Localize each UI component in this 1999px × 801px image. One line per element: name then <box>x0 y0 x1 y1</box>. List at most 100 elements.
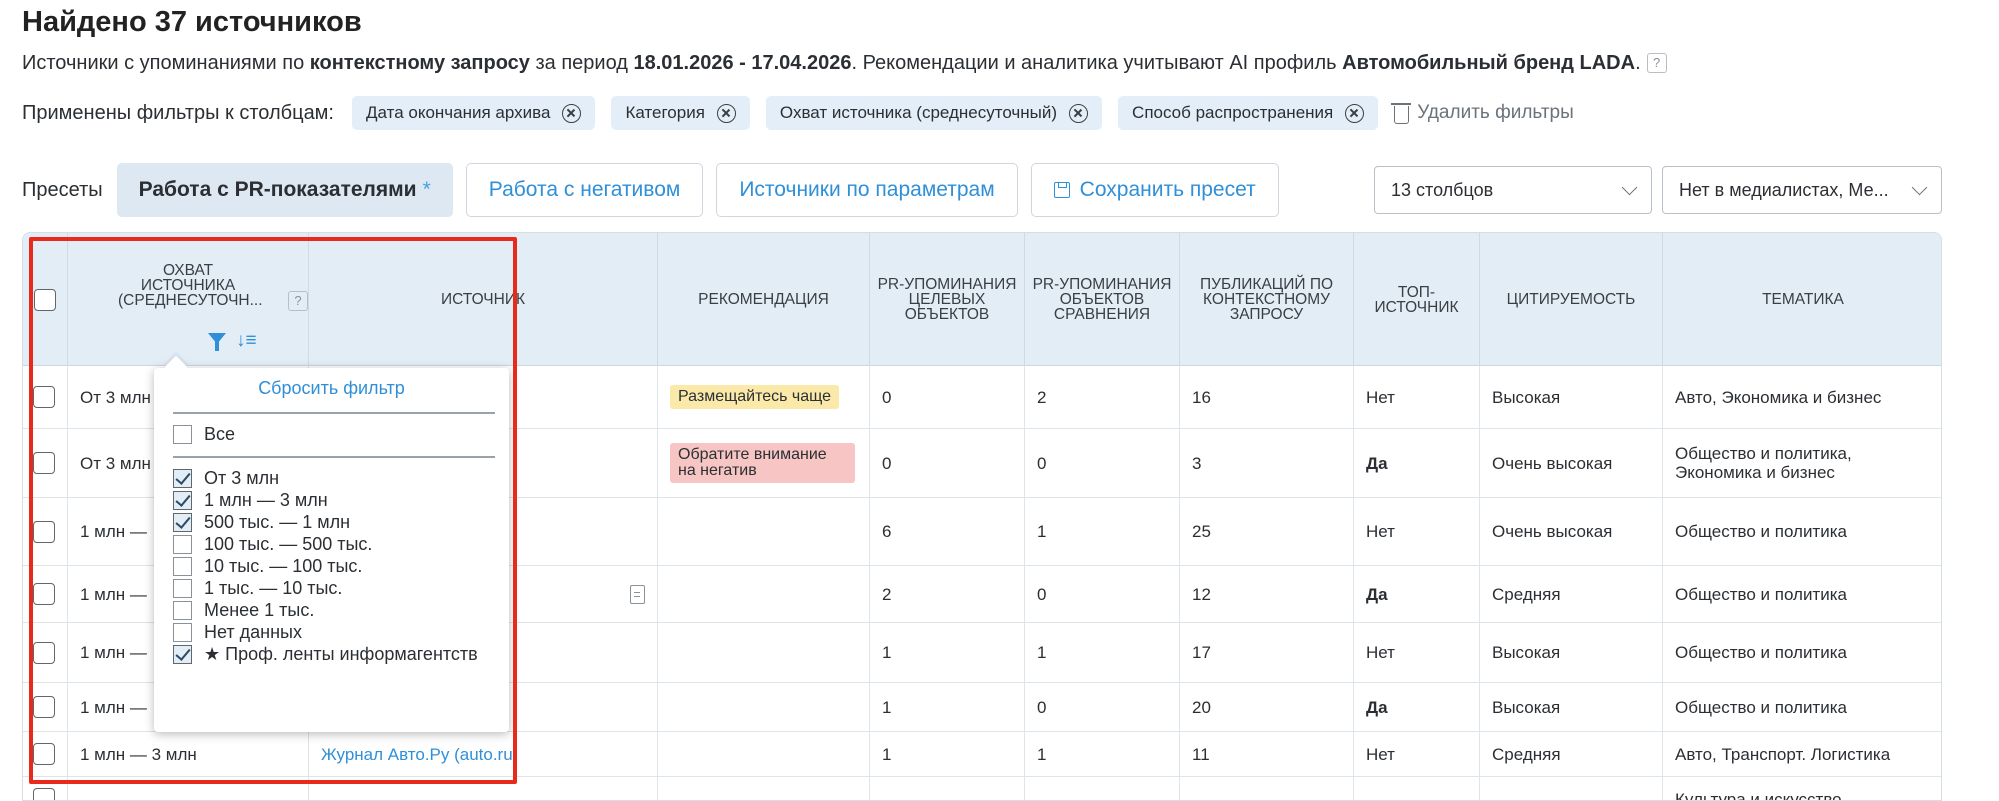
checkbox[interactable] <box>173 425 192 444</box>
header-pr-target[interactable]: PR-упоминания целевых объектов <box>870 233 1025 366</box>
checked-checkbox[interactable] <box>173 469 192 488</box>
remove-filter-icon[interactable] <box>716 103 736 123</box>
cell-recommendation: Размещайтесь чаще <box>658 366 870 428</box>
filter-option-all[interactable]: Все <box>173 424 235 445</box>
cell-pr-target: 2 <box>870 566 1025 622</box>
columns-select[interactable]: 13 столбцов <box>1374 166 1652 214</box>
preset-pr-metrics[interactable]: Работа с PR-показателями * <box>116 163 453 217</box>
checked-checkbox[interactable] <box>173 645 192 664</box>
checked-checkbox[interactable] <box>173 491 192 510</box>
divider <box>173 456 495 458</box>
remove-filter-icon[interactable] <box>1069 103 1089 123</box>
media-list-select[interactable]: Нет в медиалистах, Ме... <box>1662 166 1942 214</box>
cell-recommendation <box>658 566 870 622</box>
cell-source[interactable] <box>309 777 658 800</box>
filter-chip: Дата окончания архива <box>352 96 596 130</box>
filter-option[interactable]: Нет данных <box>173 622 302 643</box>
row-checkbox[interactable] <box>33 641 55 664</box>
row-checkbox[interactable] <box>33 452 55 474</box>
cell-pubs: 25 <box>1180 498 1354 565</box>
cell-cite: Средняя <box>1480 566 1663 622</box>
filter-option[interactable]: От 3 млн <box>173 468 279 489</box>
save-icon <box>1053 182 1070 198</box>
reach-filter-popup: Сбросить фильтр Все От 3 млн 1 млн — 3 мл… <box>154 368 509 732</box>
row-checkbox[interactable] <box>33 788 55 800</box>
checkbox[interactable] <box>173 623 192 642</box>
cell-pr-compare: 0 <box>1025 429 1180 497</box>
filter-option[interactable]: 1 тыс. — 10 тыс. <box>173 578 342 599</box>
row-select-cell <box>23 777 68 800</box>
cell-pr-target: 1 <box>870 732 1025 776</box>
cell-top: Нет <box>1354 732 1480 776</box>
row-checkbox[interactable] <box>33 743 55 765</box>
cell-topic: Авто, Транспорт. Логистика <box>1675 744 1891 764</box>
page-subtitle: Источники с упоминаниями по контекстному… <box>22 52 1667 75</box>
header-recommendation[interactable]: Рекомендация <box>658 233 870 366</box>
filter-option[interactable]: 100 тыс. — 500 тыс. <box>173 534 372 555</box>
header-select-all <box>23 233 68 366</box>
cell-recommendation <box>658 683 870 731</box>
cell-cite: Средняя <box>1480 732 1663 776</box>
cell-recommendation <box>658 777 870 800</box>
sort-icon[interactable]: ↓≡ <box>236 331 257 350</box>
table-row[interactable]: Культура и искусство, <box>23 777 1941 800</box>
cell-pubs: 11 <box>1180 732 1354 776</box>
recommendation-badge: Размещайтесь чаще <box>670 385 840 409</box>
filter-chip: Категория <box>611 96 750 130</box>
reset-filter-link[interactable]: Сбросить фильтр <box>154 378 509 399</box>
cell-reach: 1 млн — 3 млн <box>68 732 309 776</box>
checkbox[interactable] <box>173 601 192 620</box>
cell-topic: Общество и политика <box>1675 584 1847 604</box>
clear-filters-button[interactable]: Удалить фильтры <box>1391 102 1574 124</box>
row-checkbox[interactable] <box>33 520 55 543</box>
remove-filter-icon[interactable] <box>1345 103 1365 123</box>
filter-option[interactable]: 1 млн — 3 млн <box>173 490 328 511</box>
help-icon[interactable]: ? <box>1646 53 1667 73</box>
row-select-cell <box>23 732 68 776</box>
header-citation[interactable]: Цитируемость <box>1480 233 1663 366</box>
filter-option[interactable]: 10 тыс. — 100 тыс. <box>173 556 362 577</box>
filter-icon[interactable] <box>208 333 226 351</box>
checkbox[interactable] <box>173 579 192 598</box>
applied-filters: Применены фильтры к столбцам: Дата оконч… <box>22 96 1574 130</box>
remove-filter-icon[interactable] <box>562 103 582 123</box>
preset-by-params[interactable]: Источники по параметрам <box>716 163 1018 217</box>
preset-negative[interactable]: Работа с негативом <box>465 163 704 217</box>
cell-top: Да <box>1354 566 1480 622</box>
row-checkbox[interactable] <box>33 583 55 605</box>
header-topic[interactable]: Тематика <box>1663 233 1941 366</box>
help-icon[interactable]: ? <box>288 291 308 311</box>
cell-source[interactable]: Журнал Авто.Ру (auto.ru <box>309 732 658 776</box>
cell-pubs: 16 <box>1180 366 1354 428</box>
filter-option[interactable]: 500 тыс. — 1 млн <box>173 512 350 533</box>
filter-option[interactable]: ★ Проф. ленты информагентств <box>173 644 478 665</box>
row-select-cell <box>23 366 68 428</box>
header-top-source[interactable]: Топ-источник <box>1354 233 1480 366</box>
save-preset-button[interactable]: Сохранить пресет <box>1030 163 1279 217</box>
cell-pubs: 17 <box>1180 623 1354 682</box>
filter-chip: Охват источника (среднесуточный) <box>765 96 1103 130</box>
cell-pr-compare: 2 <box>1025 366 1180 428</box>
filter-chip: Способ распространения <box>1118 96 1379 130</box>
presets-bar: Пресеты Работа с PR-показателями * Работа… <box>22 163 1292 217</box>
chevron-down-icon <box>1621 179 1638 196</box>
filters-label: Применены фильтры к столбцам: <box>22 101 334 124</box>
row-checkbox[interactable] <box>33 386 55 408</box>
cell-top: Нет <box>1354 498 1480 565</box>
checkbox[interactable] <box>173 557 192 576</box>
header-publications[interactable]: Публикаций по контекстному запросу <box>1180 233 1354 366</box>
cell-cite <box>1480 777 1663 800</box>
cell-pr-compare: 1 <box>1025 623 1180 682</box>
checkbox[interactable] <box>173 535 192 554</box>
clipboard-icon[interactable] <box>630 584 645 604</box>
select-all-checkbox[interactable] <box>34 288 56 311</box>
header-source[interactable]: Источник <box>309 233 658 366</box>
checked-checkbox[interactable] <box>173 513 192 532</box>
filter-option[interactable]: Менее 1 тыс. <box>173 600 314 621</box>
cell-top: Да <box>1354 429 1480 497</box>
cell-topic: Общество и политика <box>1675 643 1847 662</box>
row-checkbox[interactable] <box>33 696 55 718</box>
header-reach[interactable]: Охват источника (среднесуточн...? ↓≡ <box>68 233 309 366</box>
header-pr-compare[interactable]: PR-упоминания объектов сравнения <box>1025 233 1180 366</box>
table-row[interactable]: 1 млн — 3 млн Журнал Авто.Ру (auto.ru 1 1 11… <box>23 732 1941 777</box>
